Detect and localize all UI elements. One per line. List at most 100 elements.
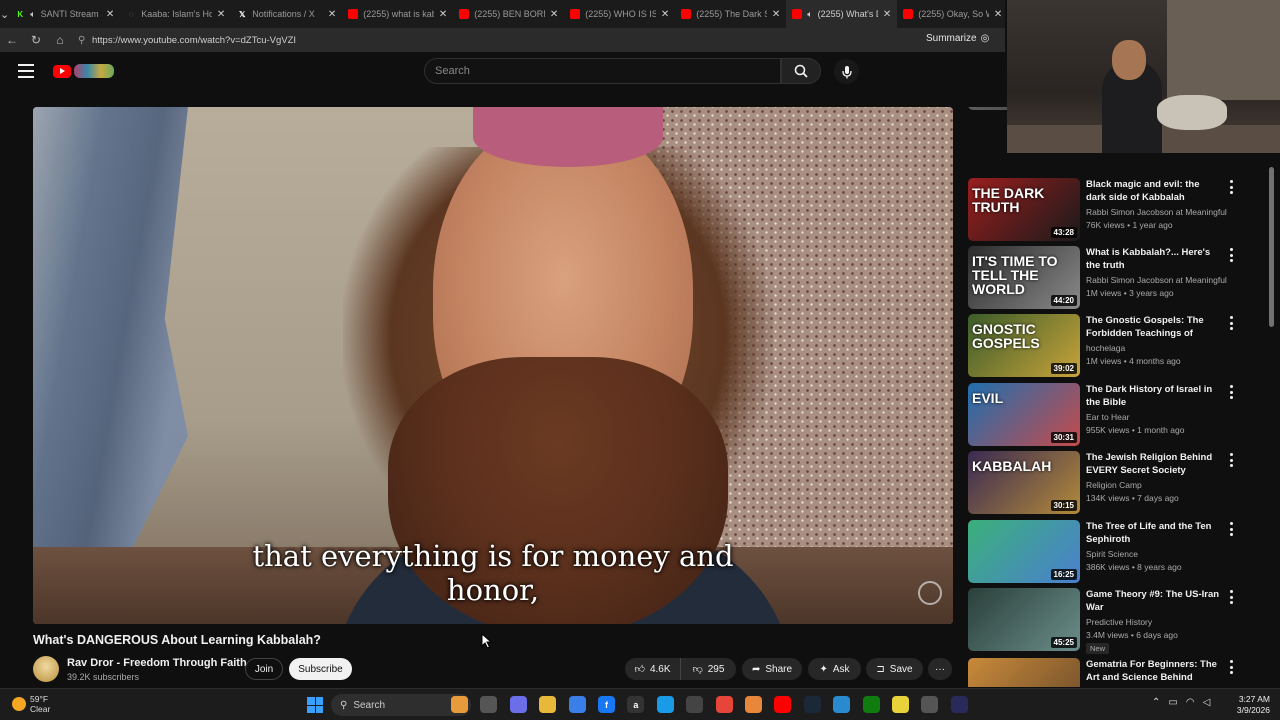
settings-icon[interactable] xyxy=(921,696,939,713)
channel-watermark-icon[interactable] xyxy=(918,581,942,605)
xbox-icon[interactable] xyxy=(862,696,880,713)
youtube-logo[interactable] xyxy=(53,64,114,78)
hamburger-menu-icon[interactable] xyxy=(18,64,34,78)
close-tab-icon[interactable]: ✕ xyxy=(439,9,447,20)
video-player[interactable]: that everything is for money and honor, xyxy=(33,107,953,624)
ai-app-icon[interactable] xyxy=(833,696,851,713)
close-tab-icon[interactable]: ✕ xyxy=(328,9,336,20)
recommended-video[interactable]: KABBALAH 30:15 The Jewish Religion Behind … xyxy=(968,451,1248,515)
tab-list-button[interactable]: ⌄ xyxy=(0,0,9,28)
youtube-play-icon xyxy=(53,64,71,78)
video-thumbnail[interactable]: IT'S TIME TO TELL THE WORLD 44:20 xyxy=(968,246,1080,309)
youtube-app-icon[interactable] xyxy=(774,696,792,713)
video-thumbnail[interactable]: 16:25 xyxy=(968,520,1080,583)
video-thumbnail[interactable]: KABBALAH 30:15 xyxy=(968,451,1080,514)
subscribe-button[interactable]: Subscribe xyxy=(289,658,352,680)
more-vertical-icon[interactable] xyxy=(1227,590,1235,604)
home-icon[interactable]: ⌂ xyxy=(48,28,72,52)
join-button[interactable]: Join xyxy=(245,658,283,680)
address-bar[interactable]: ⚲ https://www.youtube.com/watch?v=dZTcu-… xyxy=(78,31,898,49)
browser-tab[interactable]: (2255) WHO IS ISRA✕ xyxy=(564,0,675,28)
more-vertical-icon[interactable] xyxy=(1227,316,1235,330)
browser-tab[interactable]: K 🔈︎ SANTI Stream - ✕ xyxy=(9,0,120,28)
video-thumbnail[interactable] xyxy=(968,658,1080,687)
close-tab-icon[interactable]: ✕ xyxy=(772,9,780,20)
vlc-icon[interactable] xyxy=(745,696,762,713)
close-tab-icon[interactable]: ✕ xyxy=(217,9,225,20)
speaker-icon[interactable]: 🔈︎ xyxy=(30,9,35,20)
share-button[interactable]: ➦ Share xyxy=(742,658,802,680)
more-vertical-icon[interactable] xyxy=(1227,180,1235,194)
taskbar-search[interactable]: ⚲ Search xyxy=(331,694,471,716)
channel-avatar[interactable] xyxy=(33,656,59,682)
facebook-icon[interactable]: f xyxy=(598,696,615,713)
summarize-button[interactable]: Summarize ◎ xyxy=(926,33,989,44)
close-tab-icon[interactable]: ✕ xyxy=(550,9,558,20)
reload-icon[interactable]: ↻ xyxy=(24,28,48,52)
more-vertical-icon[interactable] xyxy=(1227,522,1235,536)
file-explorer-icon[interactable] xyxy=(539,696,557,713)
browser-tab[interactable]: (2255) what is kabb✕ xyxy=(342,0,453,28)
browser-tab[interactable]: 𝕏 Notifications / X ✕ xyxy=(231,0,342,28)
obs-icon[interactable] xyxy=(950,696,968,713)
amazon-icon[interactable]: a xyxy=(627,696,645,713)
back-icon[interactable]: ← xyxy=(0,28,24,52)
channel-name[interactable]: Rav Dror - Freedom Through Faith xyxy=(67,657,247,669)
video-thumbnail[interactable]: THE DARK TRUTH 43:28 xyxy=(968,178,1080,241)
speaker-icon[interactable]: 🔈︎ xyxy=(807,9,812,20)
task-view-icon[interactable] xyxy=(480,696,498,713)
search-input[interactable]: Search xyxy=(424,58,781,84)
voice-search-button[interactable] xyxy=(834,59,859,84)
edge-icon[interactable] xyxy=(656,696,674,713)
wifi-icon[interactable]: ◠ xyxy=(1186,697,1195,708)
tray-overflow-icon[interactable]: ⌃ xyxy=(1152,697,1160,708)
more-vertical-icon[interactable] xyxy=(1227,660,1235,674)
recommended-meta: 1M views • 3 years ago xyxy=(1086,288,1174,298)
recommended-video[interactable]: EVIL 30:31 The Dark History of Israel in t… xyxy=(968,383,1248,447)
recommended-video[interactable]: THE DARK TRUTH 43:28 Black magic and evil:… xyxy=(968,178,1248,242)
browser-tab[interactable]: ◌Kaaba: Islam's Holie✕ xyxy=(120,0,231,28)
recommended-video[interactable]: GNOSTIC GOSPELS 39:02 The Gnostic Gospels:… xyxy=(968,314,1248,378)
recommendations-sidebar: 24:06270K views • 3 days agoNewTHE DARK … xyxy=(968,107,1268,687)
volume-icon[interactable]: ◁ xyxy=(1203,697,1211,708)
recommended-video[interactable]: 16:25 The Tree of Life and the Ten Sephir… xyxy=(968,520,1248,584)
browser-tab[interactable]: (2255) BEN BORN AI✕ xyxy=(453,0,564,28)
recommended-video[interactable]: IT'S TIME TO TELL THE WORLD 44:20 What is … xyxy=(968,246,1248,310)
more-vertical-icon[interactable] xyxy=(1227,248,1235,262)
network-icon[interactable]: ▭ xyxy=(1168,697,1177,708)
close-tab-icon[interactable]: ✕ xyxy=(994,9,1002,20)
video-thumbnail[interactable]: EVIL 30:31 xyxy=(968,383,1080,446)
windows-start-icon[interactable] xyxy=(307,697,323,713)
sidebar-scrollbar[interactable] xyxy=(1268,157,1276,687)
store-icon[interactable] xyxy=(568,696,586,713)
duration-badge: 30:31 xyxy=(1050,432,1077,443)
calculator-icon[interactable] xyxy=(686,696,704,713)
close-tab-icon[interactable]: ✕ xyxy=(661,9,669,20)
more-vertical-icon[interactable] xyxy=(1227,453,1235,467)
dislike-button[interactable]: 👎︎ 295 xyxy=(680,658,736,680)
sticky-notes-icon[interactable] xyxy=(892,696,909,713)
chrome-icon[interactable] xyxy=(715,696,733,713)
weather-widget[interactable]: 59°F Clear xyxy=(12,694,50,714)
recommended-video[interactable]: 45:25 Game Theory #9: The US-Iran War Pred… xyxy=(968,588,1248,654)
duration-badge: 16:25 xyxy=(1050,569,1077,580)
like-button[interactable]: 👍︎ 4.6K xyxy=(625,658,680,680)
more-vertical-icon[interactable] xyxy=(1227,385,1235,399)
more-actions-button[interactable]: ··· xyxy=(928,658,952,680)
browser-tab[interactable]: 🔈︎ (2255) What's D ✕ xyxy=(786,0,898,28)
recommended-video[interactable]: Gematria For Beginners: The Art and Scie… xyxy=(968,658,1248,687)
video-thumbnail[interactable]: GNOSTIC GOSPELS 39:02 xyxy=(968,314,1080,377)
copilot-icon[interactable] xyxy=(509,696,527,713)
steam-icon[interactable] xyxy=(803,696,821,713)
search-button[interactable] xyxy=(781,58,821,84)
ask-button[interactable]: ✦ Ask xyxy=(808,658,861,680)
clock[interactable]: 3:27 AM 3/9/2026 xyxy=(1232,694,1270,716)
site-info-icon[interactable]: ⚲ xyxy=(78,35,92,46)
browser-tab[interactable]: (2255) The Dark Se✕ xyxy=(675,0,786,28)
close-tab-icon[interactable]: ✕ xyxy=(883,9,891,20)
save-button[interactable]: ⊐ Save xyxy=(866,658,923,680)
browser-tab[interactable]: (2255) Okay, So Wh✕ xyxy=(897,0,1005,28)
food-app-icon[interactable] xyxy=(451,696,468,713)
video-thumbnail[interactable]: 45:25 xyxy=(968,588,1080,651)
close-tab-icon[interactable]: ✕ xyxy=(106,9,114,20)
